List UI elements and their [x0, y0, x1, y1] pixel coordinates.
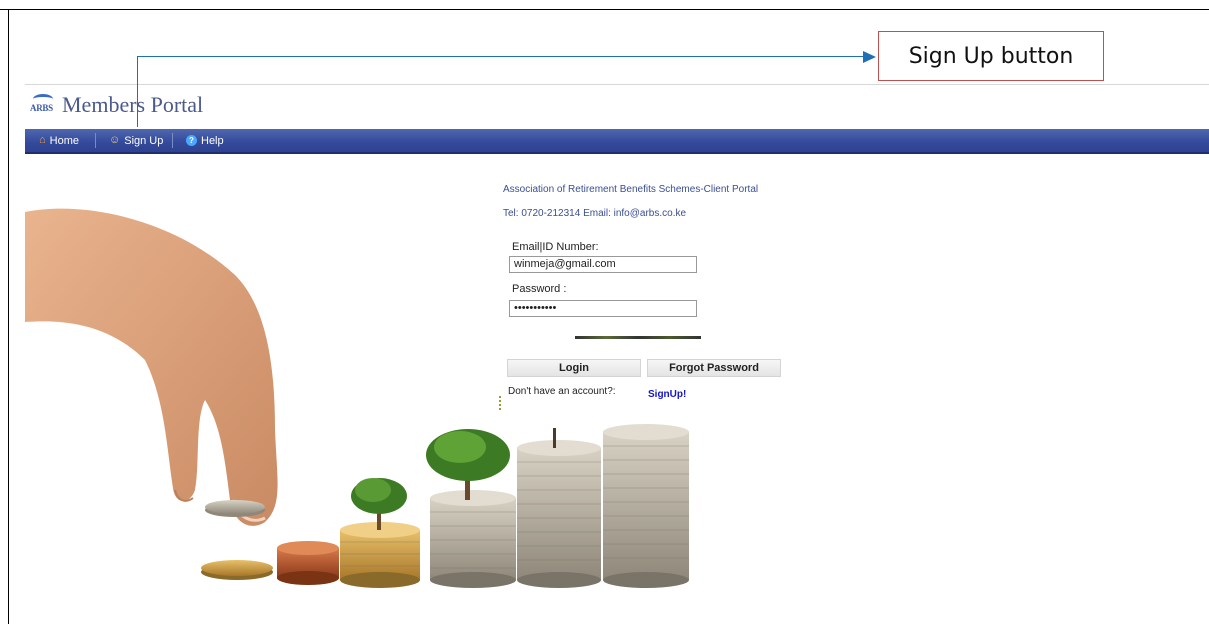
coin-stack	[603, 424, 689, 588]
email-label: Email|ID Number:	[512, 241, 599, 253]
captcha-image	[575, 336, 701, 339]
login-button[interactable]: Login	[507, 359, 641, 377]
nav-item-home[interactable]: ⌂ Home	[39, 129, 79, 152]
forgot-password-button[interactable]: Forgot Password	[647, 359, 781, 377]
user-key-icon: ☺	[109, 134, 121, 146]
coin-stack	[201, 560, 273, 580]
decorative-dots	[499, 396, 501, 410]
logo-abbreviation: ARBS	[30, 103, 53, 113]
coin-stack-with-tree	[426, 429, 516, 588]
nav-item-home-label: Home	[49, 134, 79, 147]
hand-image	[25, 208, 278, 526]
coin-stack	[517, 428, 601, 588]
main-navbar: ⌂ Home ☺ Sign Up ? Help	[25, 129, 1209, 154]
contact-info: Tel: 0720-212314 Email: info@arbs.co.ke	[503, 208, 687, 219]
nav-item-sign-up[interactable]: ☺ Sign Up	[109, 129, 163, 152]
signup-link[interactable]: SignUp!	[648, 389, 686, 400]
callout-connector-horizontal	[137, 56, 864, 57]
password-field[interactable]: •••••••••••	[509, 300, 697, 317]
password-label: Password :	[512, 283, 567, 295]
nav-separator	[95, 133, 96, 148]
portal-title: Members Portal	[62, 92, 204, 117]
nav-item-sign-up-label: Sign Up	[124, 134, 164, 147]
help-icon: ?	[186, 135, 197, 146]
callout-arrow-icon	[863, 51, 876, 63]
nav-item-help[interactable]: ? Help	[186, 129, 224, 152]
nav-separator	[172, 133, 173, 148]
coin-stack	[277, 541, 339, 585]
association-name: Association of Retirement Benefits Schem…	[503, 184, 759, 195]
header-divider	[25, 84, 1209, 85]
email-field[interactable]: winmeja@gmail.com	[509, 256, 697, 273]
arbs-logo-mark: ARBS	[30, 94, 56, 118]
nav-item-help-label: Help	[201, 134, 224, 147]
portal-logo: ARBS Members Portal	[30, 92, 203, 118]
annotation-callout: Sign Up button	[878, 31, 1104, 81]
coin-stack-with-tree	[340, 478, 420, 588]
no-account-text: Don't have an account?:	[508, 386, 616, 397]
frame-top-border	[0, 9, 1209, 10]
frame-left-border	[8, 9, 9, 624]
home-icon: ⌂	[39, 134, 46, 146]
